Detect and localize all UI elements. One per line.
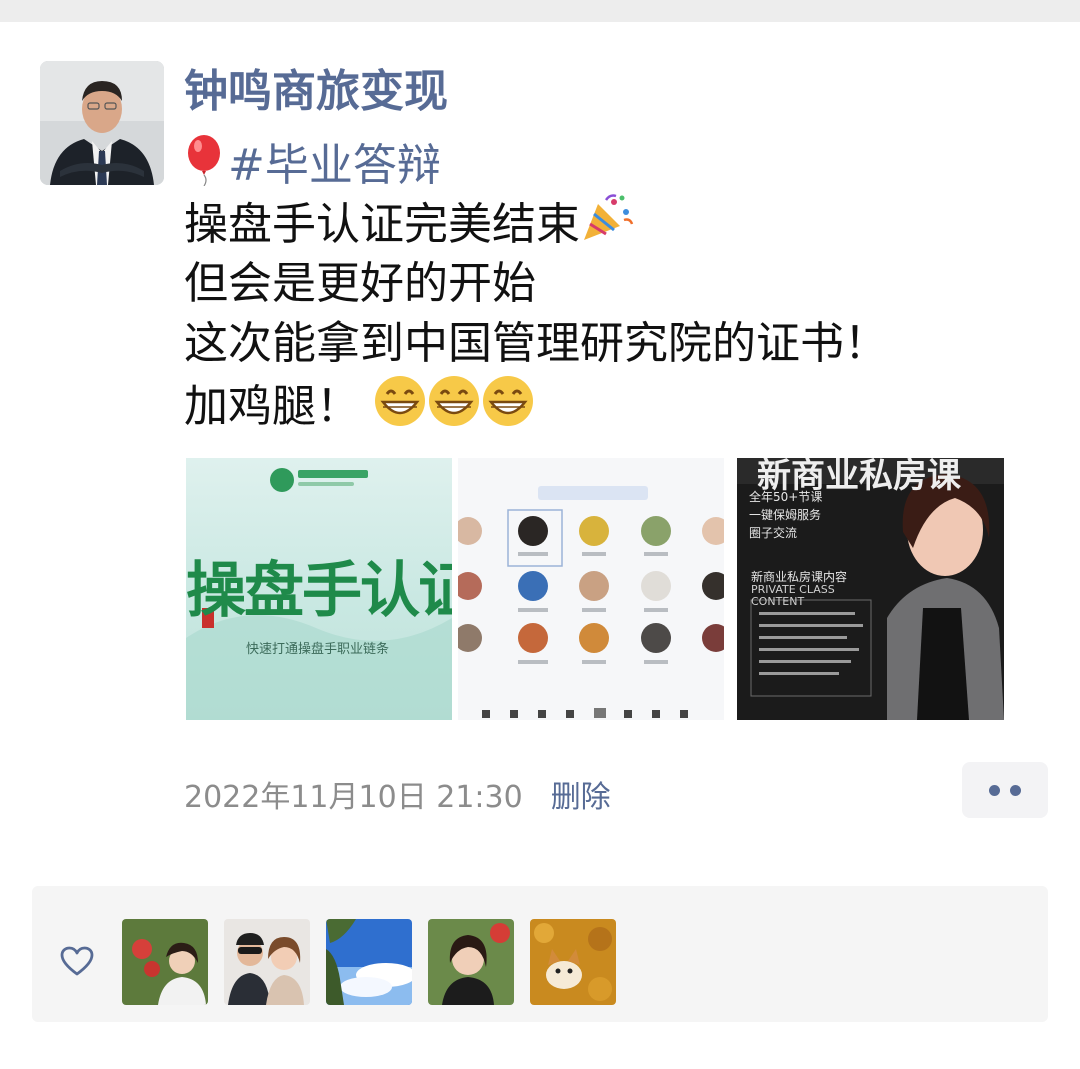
post-line-4: 这次能拿到中国管理研究院的证书！ xyxy=(184,318,888,369)
post-image-1[interactable]: 操盘手认证 快速打通操盘手职业链条 xyxy=(186,458,452,720)
likes-panel xyxy=(32,886,1048,1022)
liker-avatar-5[interactable] xyxy=(530,919,616,1005)
author-avatar[interactable] xyxy=(40,61,164,185)
post-line-2: 操盘手认证完美结束 xyxy=(184,194,888,254)
party-popper-icon xyxy=(580,194,634,260)
post-line-2-text: 操盘手认证完美结束 xyxy=(184,199,580,250)
post-image-grid: 操盘手认证 快速打通操盘手职业链条 新商业私房课 全年50+节课 一键保姆服务 … xyxy=(186,458,1004,720)
post-body: #毕业答辩 操盘手认证完美结束 但会是更好的开始 这次能拿到中国管理研究院的证书… xyxy=(184,134,888,434)
liker-avatar-4[interactable] xyxy=(428,919,514,1005)
liker-avatar-3[interactable] xyxy=(326,919,412,1005)
img3-point-3: 圈子交流 xyxy=(749,526,798,540)
heart-outline-icon xyxy=(60,946,94,980)
post-line-5: 加鸡腿！ xyxy=(184,374,888,434)
more-actions-button[interactable] xyxy=(962,762,1048,818)
post-line-5-text: 加鸡腿！ xyxy=(184,381,360,432)
delete-button[interactable]: 删除 xyxy=(551,780,611,815)
top-status-strip xyxy=(0,0,1080,22)
img3-sub: PRIVATE CLASS CONTENT xyxy=(751,583,835,608)
post-meta-row: 2022年11月10日 21:30 删除 xyxy=(184,776,611,820)
hashtag-link[interactable]: #毕业答辩 xyxy=(228,140,441,191)
author-name[interactable]: 钟鸣商旅变现 xyxy=(184,64,448,120)
img3-point-2: 一键保姆服务 xyxy=(749,508,822,522)
img1-logo-text: 操盘手认证 xyxy=(186,556,452,626)
liker-avatar-1[interactable] xyxy=(122,919,208,1005)
liker-avatar-2[interactable] xyxy=(224,919,310,1005)
post-timestamp: 2022年11月10日 21:30 xyxy=(184,780,523,815)
img3-point-1: 全年50+节课 xyxy=(749,490,823,504)
hashtag-line: #毕业答辩 xyxy=(184,134,888,194)
grinning-face-icon xyxy=(374,374,534,444)
img1-subtitle: 快速打通操盘手职业链条 xyxy=(246,642,390,657)
balloon-icon xyxy=(184,134,228,202)
post-image-2[interactable] xyxy=(458,458,724,720)
post-image-3[interactable]: 新商业私房课 全年50+节课 一键保姆服务 圈子交流 新商业私房课内容 PRIV… xyxy=(737,458,1004,720)
post-line-3: 但会是更好的开始 xyxy=(184,258,536,309)
